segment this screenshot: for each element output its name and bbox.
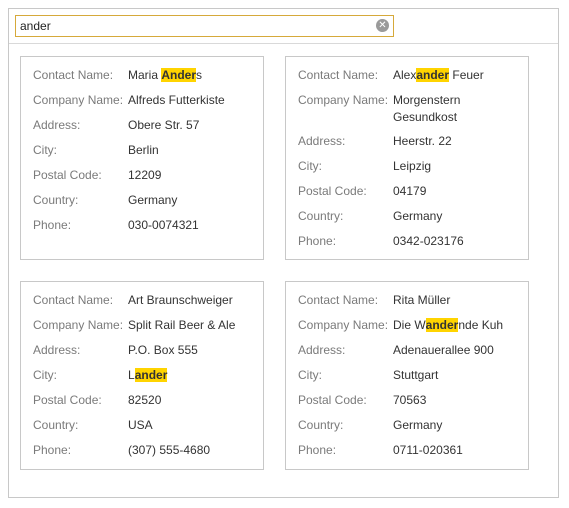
contact-name-value: Alexander Feuer (393, 68, 484, 82)
address-value: Heerstr. 22 (393, 134, 452, 148)
company-name-label: Company Name: (298, 318, 389, 332)
city-label: City: (298, 368, 322, 382)
contact-name-value: Rita Müller (393, 293, 451, 307)
search-highlight: ander (134, 368, 168, 382)
customer-card: Contact Name: Maria Anders Company Name:… (20, 56, 264, 260)
city-value: Leipzig (393, 159, 432, 173)
company-name-value: Alfreds Futterkiste (128, 93, 225, 107)
country-value: Germany (393, 418, 443, 432)
city-value: Lander (128, 368, 168, 382)
search-bar: ✕ (9, 9, 558, 44)
phone-value: 0342-023176 (393, 234, 464, 248)
search-box[interactable]: ✕ (15, 15, 394, 37)
postal-code-value: 12209 (128, 168, 162, 182)
company-name-value: Die Wandernde Kuh (393, 318, 504, 332)
clear-search-icon[interactable]: ✕ (376, 19, 389, 32)
phone-label: Phone: (298, 443, 337, 457)
company-name-value: Split Rail Beer & Ale (128, 318, 236, 332)
postal-code-label: Postal Code: (298, 393, 367, 407)
country-label: Country: (33, 193, 79, 207)
postal-code-label: Postal Code: (298, 184, 367, 198)
country-label: Country: (33, 418, 79, 432)
company-name-label: Company Name: (33, 318, 124, 332)
address-value: P.O. Box 555 (128, 343, 198, 357)
contact-name-label: Contact Name: (298, 68, 379, 82)
phone-value: (307) 555-4680 (128, 443, 211, 457)
address-label: Address: (298, 343, 346, 357)
city-label: City: (33, 368, 57, 382)
search-highlight: ander (425, 318, 459, 332)
phone-value: 0711-020361 (393, 443, 463, 457)
contact-name-label: Contact Name: (33, 68, 114, 82)
country-value: Germany (128, 193, 178, 207)
postal-code-label: Postal Code: (33, 168, 102, 182)
phone-label: Phone: (298, 234, 337, 248)
customer-card: Contact Name: Art Braunschweiger Company… (20, 281, 264, 470)
contact-name-value: Art Braunschweiger (128, 293, 233, 307)
address-value: Adenauerallee 900 (393, 343, 494, 357)
company-name-label: Company Name: (33, 93, 124, 107)
phone-label: Phone: (33, 218, 72, 232)
customer-card: Contact Name: Rita Müller Company Name: … (285, 281, 529, 470)
search-input[interactable] (16, 16, 371, 36)
phone-label: Phone: (33, 443, 72, 457)
customer-card: Contact Name: Alexander Feuer Company Na… (285, 56, 529, 260)
country-value: USA (128, 418, 153, 432)
address-label: Address: (33, 343, 81, 357)
contact-name-label: Contact Name: (33, 293, 114, 307)
search-highlight: ander (416, 68, 450, 82)
city-label: City: (298, 159, 322, 173)
city-value: Berlin (128, 143, 159, 157)
contact-name-label: Contact Name: (298, 293, 379, 307)
contact-name-value: Maria Anders (128, 68, 203, 82)
city-label: City: (33, 143, 57, 157)
phone-value: 030-0074321 (128, 218, 199, 232)
postal-code-value: 82520 (128, 393, 162, 407)
address-label: Address: (298, 134, 346, 148)
postal-code-label: Postal Code: (33, 393, 102, 407)
city-value: Stuttgart (393, 368, 439, 382)
postal-code-value: 04179 (393, 184, 427, 198)
address-label: Address: (33, 118, 81, 132)
address-value: Obere Str. 57 (128, 118, 200, 132)
postal-code-value: 70563 (393, 393, 427, 407)
country-label: Country: (298, 209, 344, 223)
company-name-value: Morgenstern Gesundkost (393, 93, 461, 124)
company-name-label: Company Name: (298, 93, 389, 107)
country-value: Germany (393, 209, 443, 223)
country-label: Country: (298, 418, 344, 432)
search-highlight: Ander (161, 68, 197, 82)
